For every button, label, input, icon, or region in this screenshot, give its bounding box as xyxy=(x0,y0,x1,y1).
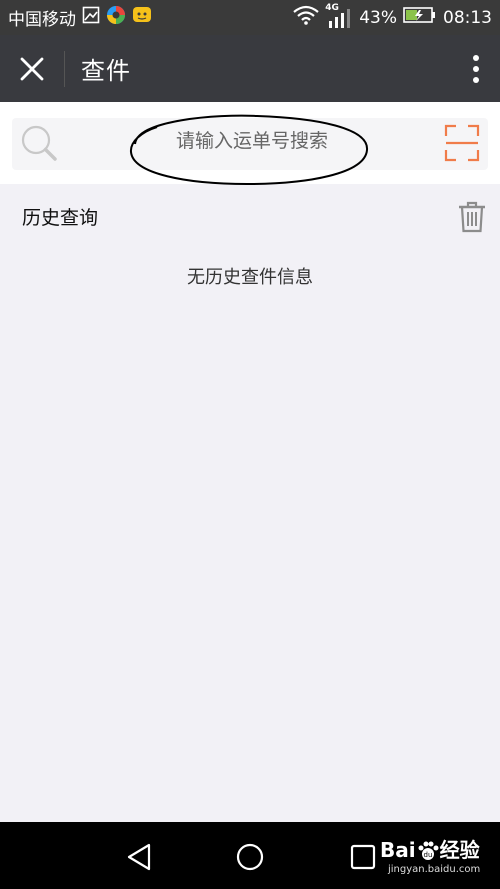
search-icon xyxy=(20,124,60,168)
watermark-url: jingyan.baidu.com xyxy=(388,864,481,875)
back-icon xyxy=(127,843,151,871)
recents-icon xyxy=(350,844,376,870)
empty-history-message: 无历史查件信息 xyxy=(187,267,313,288)
history-title: 历史查询 xyxy=(22,207,99,229)
wifi-icon xyxy=(293,5,319,30)
network-type-label: 4G xyxy=(325,2,339,13)
watermark-brand: Bai xyxy=(380,838,416,862)
page-title: 查件 xyxy=(81,57,131,85)
scan-icon xyxy=(444,124,480,162)
signal-icon: 4G xyxy=(325,3,353,29)
clock: 08:13 xyxy=(443,7,492,28)
battery-percent: 43% xyxy=(359,7,397,28)
title-bar: 查件 xyxy=(0,35,500,102)
clear-history-button[interactable] xyxy=(458,201,486,233)
baidu-jingyan-watermark: Bai du 经验 jingyan.baidu.com xyxy=(380,834,480,875)
close-icon xyxy=(20,57,44,80)
home-button[interactable] xyxy=(235,842,265,872)
message-notification-icon xyxy=(132,5,152,30)
app-notification-icon xyxy=(106,5,126,30)
recents-button[interactable] xyxy=(348,842,378,872)
title-divider xyxy=(64,50,65,87)
back-button[interactable] xyxy=(125,842,155,872)
more-options-button[interactable] xyxy=(452,35,500,102)
paw-icon: du xyxy=(417,840,439,866)
svg-text:du: du xyxy=(423,851,432,859)
image-notification-icon xyxy=(82,6,100,29)
waybill-search-input[interactable] xyxy=(120,118,384,164)
home-icon xyxy=(236,843,264,871)
close-button[interactable] xyxy=(0,35,64,102)
status-bar: 中国移动 4G 43% 08:13 xyxy=(0,0,500,35)
battery-charging-icon xyxy=(403,6,437,29)
watermark-brand-cn: 经验 xyxy=(439,838,480,862)
history-header: 历史查询 xyxy=(0,184,500,244)
carrier-label: 中国移动 xyxy=(8,10,76,30)
trash-icon xyxy=(459,201,485,233)
more-vertical-icon xyxy=(473,54,479,83)
scan-button[interactable] xyxy=(444,124,480,162)
